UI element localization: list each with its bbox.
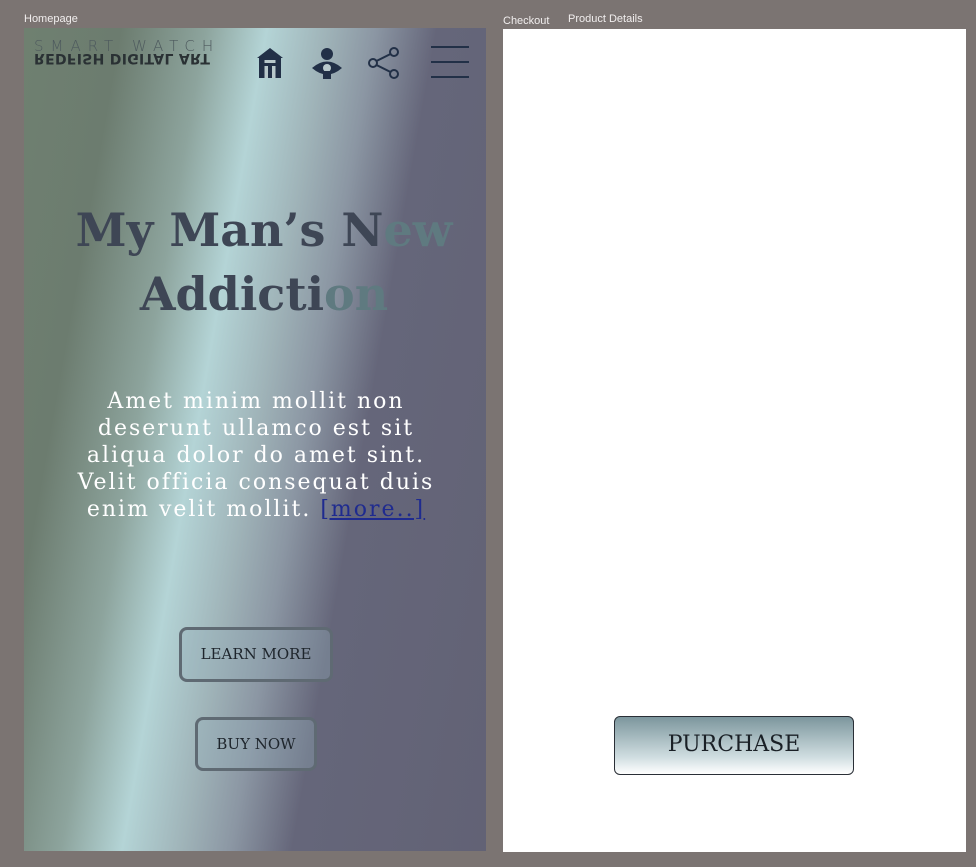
- buy-now-button[interactable]: BUY NOW: [195, 717, 317, 771]
- share-icon[interactable]: [367, 46, 401, 80]
- purchase-button[interactable]: PURCHASE: [614, 716, 854, 775]
- hero-title-part: Addicti: [139, 267, 325, 321]
- brand-logo[interactable]: SMART WATCH REDFISH DIGITAL ART: [34, 38, 214, 66]
- more-link[interactable]: [more..]: [320, 497, 425, 522]
- hero-title-part: ew: [383, 203, 453, 257]
- homepage-artboard: SMART WATCH REDFISH DIGITAL ART My Man’s…: [24, 28, 486, 851]
- brand-subtitle: REDFISH DIGITAL ART: [34, 50, 211, 66]
- hero-title: My Man’s New Addiction: [64, 198, 464, 326]
- user-icon[interactable]: [311, 47, 343, 79]
- hero-description: Amet minim mollit non deserunt ullamco e…: [74, 388, 438, 523]
- canvas-label-homepage: Homepage: [24, 13, 78, 25]
- menu-icon[interactable]: [431, 45, 469, 79]
- hero-title-part: on: [324, 267, 389, 321]
- checkout-artboard: PURCHASE: [503, 29, 966, 852]
- home-icon[interactable]: [255, 47, 285, 79]
- learn-more-button[interactable]: LEARN MORE: [179, 627, 333, 682]
- canvas-label-checkout: Checkout: [503, 15, 550, 27]
- canvas-label-product-details: Product Details: [568, 13, 643, 25]
- hero-title-part: My Man’s N: [75, 203, 384, 257]
